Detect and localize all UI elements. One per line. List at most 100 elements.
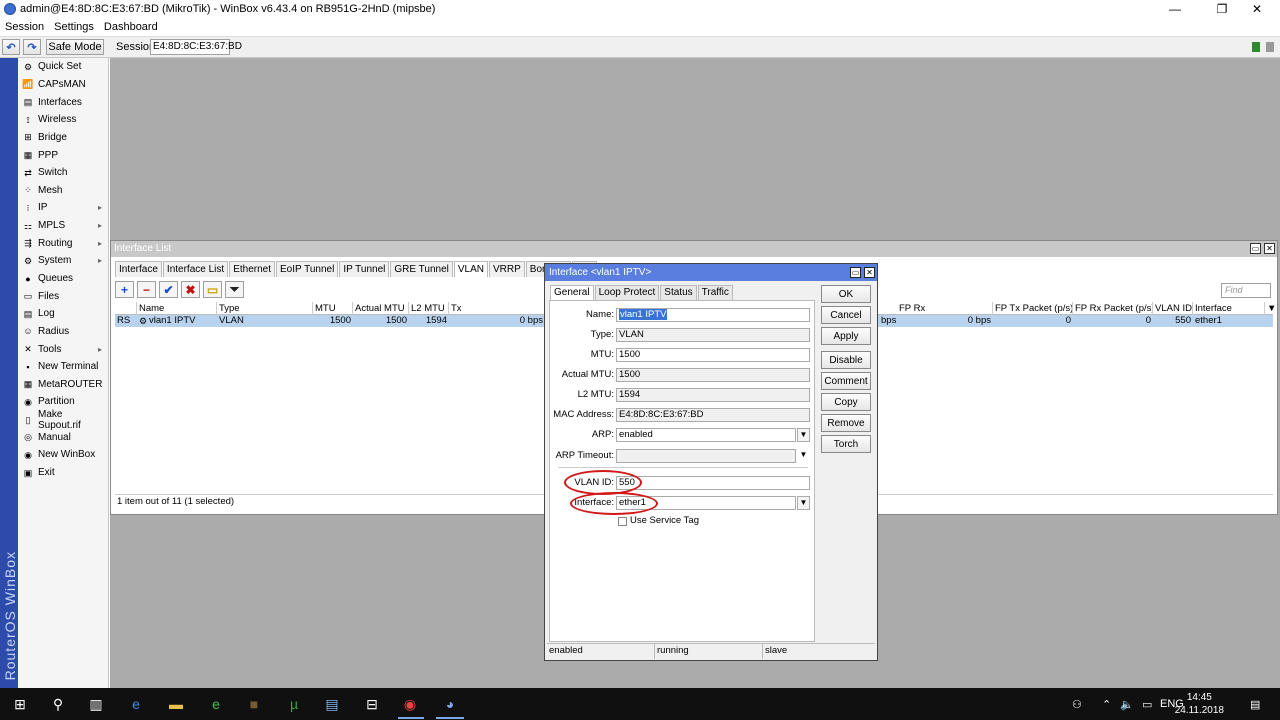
task-view-icon[interactable]: ▥ xyxy=(86,694,106,714)
dialog-tab-general[interactable]: General xyxy=(550,285,594,300)
col-tx[interactable]: Tx xyxy=(449,302,545,315)
clock[interactable]: 14:45 24.11.2018 xyxy=(1175,691,1224,717)
undo-icon[interactable]: ↶ xyxy=(2,39,20,55)
menu-item-routing[interactable]: ⇶ Routing ▸ xyxy=(18,234,108,252)
chrome-icon[interactable]: ◉ xyxy=(400,694,420,714)
col-vlan-id[interactable]: VLAN ID xyxy=(1153,302,1193,315)
comment-icon[interactable]: ▭ xyxy=(203,281,222,298)
ok-button[interactable]: OK xyxy=(821,285,871,303)
tab-ip-tunnel[interactable]: IP Tunnel xyxy=(339,261,390,277)
dialog-tab-traffic[interactable]: Traffic xyxy=(697,285,733,300)
service-tag-checkbox[interactable] xyxy=(618,517,627,526)
col-fp-rx-packet[interactable]: FP Rx Packet (p/s) xyxy=(1073,302,1153,315)
dialog-tab-status[interactable]: Status xyxy=(660,285,697,300)
apply-button[interactable]: Apply xyxy=(821,327,871,345)
column-menu-icon[interactable]: ▼ xyxy=(1265,302,1275,315)
close-button[interactable]: ✕ xyxy=(1234,0,1280,18)
torch-button[interactable]: Torch xyxy=(821,435,871,453)
tab-ethernet[interactable]: Ethernet xyxy=(229,261,275,277)
menu-item-mesh[interactable]: ⁘ Mesh xyxy=(18,181,108,199)
volume-icon[interactable]: 🔈 xyxy=(1120,688,1134,720)
tab-gre-tunnel[interactable]: GRE Tunnel xyxy=(390,261,453,277)
menu-item-system[interactable]: ⚙ System ▸ xyxy=(18,252,108,270)
copy-button[interactable]: Copy xyxy=(821,393,871,411)
vlan-id-field[interactable]: 550 xyxy=(616,476,810,490)
network-icon[interactable]: ▭ xyxy=(1142,688,1152,720)
col-fp-tx-packet[interactable]: FP Tx Packet (p/s) xyxy=(993,302,1073,315)
cancel-button[interactable]: Cancel xyxy=(821,306,871,324)
minimize-button[interactable]: — xyxy=(1152,0,1198,18)
tab-vlan[interactable]: VLAN xyxy=(453,261,488,277)
col-name[interactable]: Name xyxy=(137,302,217,315)
filter-icon[interactable]: ⏷ xyxy=(225,281,244,298)
menu-item-quick-set[interactable]: ⚙ Quick Set xyxy=(18,58,108,76)
arp-dropdown-icon[interactable]: ▼ xyxy=(797,428,810,442)
menu-item-interfaces[interactable]: ▤ Interfaces xyxy=(18,93,108,111)
comment-button[interactable]: Comment xyxy=(821,372,871,390)
people-icon[interactable]: ⚇ xyxy=(1072,688,1082,720)
dialog-titlebar[interactable]: Interface <vlan1 IPTV> ▭ ✕ xyxy=(545,264,877,281)
remove-icon[interactable]: − xyxy=(137,281,156,298)
redo-icon[interactable]: ↷ xyxy=(23,39,41,55)
file-explorer-icon[interactable]: ▬ xyxy=(166,694,186,714)
disable-button[interactable]: Disable xyxy=(821,351,871,369)
arp-timeout-dropdown-icon[interactable]: ▼ xyxy=(797,449,810,463)
winbox-taskbar-icon[interactable]: ◕ xyxy=(440,694,460,714)
menu-item-bridge[interactable]: ⊞ Bridge xyxy=(18,129,108,147)
menu-item-metarouter[interactable]: ▦ MetaROUTER xyxy=(18,376,108,394)
ie-icon[interactable]: e xyxy=(206,694,226,714)
menu-item-tools[interactable]: ✕ Tools ▸ xyxy=(18,340,108,358)
col-actual-mtu[interactable]: Actual MTU xyxy=(353,302,409,315)
menu-settings[interactable]: Settings xyxy=(54,21,94,33)
menu-item-ip[interactable]: ⁝ IP ▸ xyxy=(18,199,108,217)
menu-item-log[interactable]: ▤ Log xyxy=(18,305,108,323)
close-icon[interactable]: ✕ xyxy=(1264,243,1275,254)
enable-icon[interactable]: ✔ xyxy=(159,281,178,298)
col-interface[interactable]: Interface xyxy=(1193,302,1265,315)
safe-mode-button[interactable]: Safe Mode xyxy=(46,39,104,55)
tab-vrrp[interactable]: VRRP xyxy=(489,261,525,277)
disable-icon[interactable]: ✖ xyxy=(181,281,200,298)
menu-item-capsman[interactable]: 📶 CAPsMAN xyxy=(18,76,108,94)
start-icon[interactable]: ⊞ xyxy=(10,694,30,714)
arp-select[interactable]: enabled xyxy=(616,428,796,442)
edge-icon[interactable]: e xyxy=(126,694,146,714)
find-input[interactable]: Find xyxy=(1221,283,1271,298)
name-field[interactable]: vlan1 IPTV xyxy=(616,308,810,322)
menu-item-make-supout-rif[interactable]: ▯ Make Supout.rif xyxy=(18,409,108,431)
restore-icon[interactable]: ▭ xyxy=(1250,243,1261,254)
interface-dropdown-icon[interactable]: ▼ xyxy=(797,496,810,510)
arp-timeout-field[interactable] xyxy=(616,449,796,463)
minecraft-icon[interactable]: ■ xyxy=(244,694,264,714)
dialog-tab-loop-protect[interactable]: Loop Protect xyxy=(594,285,660,300)
search-icon[interactable]: ⚲ xyxy=(48,694,68,714)
remove-button[interactable]: Remove xyxy=(821,414,871,432)
col-type[interactable]: Type xyxy=(217,302,313,315)
notifications-icon[interactable]: ▤ xyxy=(1250,688,1260,720)
tab-eoip-tunnel[interactable]: EoIP Tunnel xyxy=(276,261,339,277)
col-l2-mtu[interactable]: L2 MTU xyxy=(409,302,449,315)
menu-item-radius[interactable]: ☺ Radius xyxy=(18,323,108,341)
mtu-field[interactable]: 1500 xyxy=(616,348,810,362)
utorrent-icon[interactable]: µ xyxy=(284,694,304,714)
add-icon[interactable]: + xyxy=(115,281,134,298)
store-icon[interactable]: ⊟ xyxy=(362,694,382,714)
menu-item-ppp[interactable]: ▦ PPP xyxy=(18,146,108,164)
menu-item-wireless[interactable]: ⟟ Wireless xyxy=(18,111,108,129)
menu-item-manual[interactable]: ◎ Manual xyxy=(18,428,108,446)
col-fp-rx[interactable]: FP Rx xyxy=(897,302,993,315)
menu-item-mpls[interactable]: ⚏ MPLS ▸ xyxy=(18,217,108,235)
menu-item-exit[interactable]: ▣ Exit xyxy=(18,464,108,482)
col-mtu[interactable]: MTU xyxy=(313,302,353,315)
menu-item-files[interactable]: ▭ Files xyxy=(18,287,108,305)
menu-item-new-winbox[interactable]: ◉ New WinBox xyxy=(18,446,108,464)
interface-list-titlebar[interactable]: Interface List ▭ ✕ xyxy=(111,241,1277,257)
network-app-icon[interactable]: ▤ xyxy=(322,694,342,714)
dialog-close-icon[interactable]: ✕ xyxy=(864,267,875,278)
menu-dashboard[interactable]: Dashboard xyxy=(104,21,158,33)
menu-item-queues[interactable]: ● Queues xyxy=(18,270,108,288)
menu-item-new-terminal[interactable]: ▪ New Terminal xyxy=(18,358,108,376)
tab-interface[interactable]: Interface xyxy=(115,261,162,277)
tab-interface-list[interactable]: Interface List xyxy=(162,261,229,277)
dialog-restore-icon[interactable]: ▭ xyxy=(850,267,861,278)
